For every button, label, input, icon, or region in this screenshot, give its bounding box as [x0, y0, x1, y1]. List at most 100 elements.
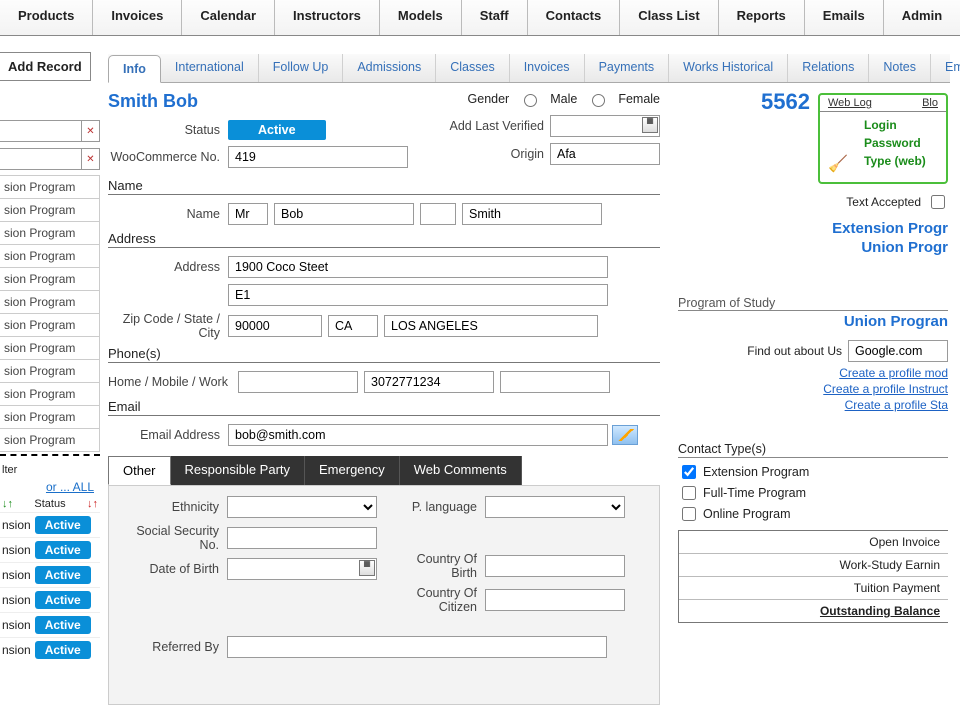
tab-responsible[interactable]: Responsible Party	[171, 456, 306, 485]
address-line1-input[interactable]	[228, 256, 608, 278]
status-value[interactable]: Active	[228, 120, 326, 140]
list-item[interactable]: sion Program	[0, 336, 100, 360]
sidebar-search-input[interactable]	[0, 121, 81, 141]
cob-input[interactable]	[485, 555, 625, 577]
topnav-emails[interactable]: Emails	[805, 0, 884, 35]
tab-emails[interactable]: Emails	[931, 54, 960, 82]
origin-input[interactable]	[550, 143, 660, 165]
tab-webcomments[interactable]: Web Comments	[400, 456, 522, 485]
topnav-calendar[interactable]: Calendar	[182, 0, 275, 35]
list-item[interactable]: sion Program	[0, 244, 100, 268]
ssn-input[interactable]	[227, 527, 377, 549]
list-item[interactable]: sion Program	[0, 290, 100, 314]
list-item[interactable]: sion Program	[0, 359, 100, 383]
work-phone-input[interactable]	[500, 371, 610, 393]
tab-notes[interactable]: Notes	[869, 54, 931, 82]
weblog-block[interactable]: Blo	[922, 97, 938, 109]
topnav-invoices[interactable]: Invoices	[93, 0, 182, 35]
list-item[interactable]: nsion	[2, 593, 31, 607]
list-item[interactable]: sion Program	[0, 198, 100, 222]
status-badge: Active	[35, 566, 91, 584]
tab-international[interactable]: International	[161, 54, 259, 82]
list-item[interactable]: nsion	[2, 618, 31, 632]
weblog-type-link[interactable]: Type (web)	[864, 154, 938, 168]
coc-input[interactable]	[485, 589, 625, 611]
calendar-icon[interactable]: ▦	[359, 560, 375, 576]
tab-invoices[interactable]: Invoices	[510, 54, 585, 82]
tab-payments[interactable]: Payments	[585, 54, 670, 82]
topnav-staff[interactable]: Staff	[462, 0, 528, 35]
clear-filter-icon[interactable]: ✕	[81, 121, 99, 141]
sidebar-search-2-input[interactable]	[0, 149, 81, 169]
topnav-models[interactable]: Models	[380, 0, 462, 35]
weblog-password-link[interactable]: Password	[864, 136, 938, 150]
topnav-classlist[interactable]: Class List	[620, 0, 718, 35]
referred-by-input[interactable]	[227, 636, 607, 658]
address-line2-input[interactable]	[228, 284, 608, 306]
tab-followup[interactable]: Follow Up	[259, 54, 344, 82]
list-item[interactable]: nsion	[2, 568, 31, 582]
home-phone-input[interactable]	[238, 371, 358, 393]
create-profile-instruct-link[interactable]: Create a profile Instruct	[678, 382, 948, 396]
middle-name-input[interactable]	[420, 203, 456, 225]
gender-female-radio[interactable]	[592, 94, 605, 107]
plang-select[interactable]	[485, 496, 625, 518]
tab-info[interactable]: Info	[108, 55, 161, 83]
first-name-input[interactable]	[274, 203, 414, 225]
clear-filter-2-icon[interactable]: ✕	[81, 149, 99, 169]
sort-desc-icon[interactable]: ↓↑	[87, 498, 98, 510]
weblog-header[interactable]: Web Log	[828, 97, 872, 109]
topnav-contacts[interactable]: Contacts	[528, 0, 621, 35]
topnav-products[interactable]: Products	[0, 0, 93, 35]
tab-emergency[interactable]: Emergency	[305, 456, 400, 485]
tab-other[interactable]: Other	[108, 456, 171, 485]
ctype-online-checkbox[interactable]	[682, 507, 696, 521]
list-item[interactable]: sion Program	[0, 221, 100, 245]
list-item[interactable]: sion Program	[0, 405, 100, 429]
zip-input[interactable]	[228, 315, 322, 337]
last-name-input[interactable]	[462, 203, 602, 225]
tab-admissions[interactable]: Admissions	[343, 54, 436, 82]
program-of-study-value[interactable]: Union Progran	[678, 313, 948, 330]
list-item[interactable]: nsion	[2, 543, 31, 557]
referred-by-label: Referred By	[117, 640, 227, 654]
topnav-admin[interactable]: Admin	[884, 0, 960, 35]
extension-program-link[interactable]: Extension Progr	[678, 220, 948, 237]
list-item[interactable]: sion Program	[0, 382, 100, 406]
ctype-extension-label: Extension Program	[703, 465, 809, 479]
list-item[interactable]: sion Program	[0, 175, 100, 199]
add-record-button[interactable]: Add Record	[0, 52, 91, 81]
mobile-phone-input[interactable]	[364, 371, 494, 393]
tab-classes[interactable]: Classes	[436, 54, 509, 82]
weblog-login-link[interactable]: Login	[864, 118, 938, 132]
name-title-input[interactable]	[228, 203, 268, 225]
find-out-input[interactable]	[848, 340, 948, 362]
ctype-extension-checkbox[interactable]	[682, 465, 696, 479]
broom-icon[interactable]: 🧹	[828, 154, 848, 174]
union-program-link[interactable]: Union Progr	[678, 239, 948, 256]
list-item[interactable]: sion Program	[0, 428, 100, 452]
tab-works[interactable]: Works Historical	[669, 54, 788, 82]
list-item[interactable]: sion Program	[0, 267, 100, 291]
ethnicity-select[interactable]	[227, 496, 377, 518]
create-profile-mod-link[interactable]: Create a profile mod	[678, 366, 948, 380]
woocommerce-input[interactable]	[228, 146, 408, 168]
list-item[interactable]: sion Program	[0, 313, 100, 337]
state-input[interactable]	[328, 315, 378, 337]
create-profile-sta-link[interactable]: Create a profile Sta	[678, 398, 948, 412]
filter-all-link[interactable]: or ... ALL	[0, 478, 100, 496]
sort-asc-icon[interactable]: ↓↑	[2, 498, 13, 510]
email-input[interactable]	[228, 424, 608, 446]
tab-relations[interactable]: Relations	[788, 54, 869, 82]
send-mail-icon[interactable]	[612, 425, 638, 445]
gender-male-radio[interactable]	[524, 94, 537, 107]
list-item[interactable]: nsion	[2, 643, 31, 657]
topnav-instructors[interactable]: Instructors	[275, 0, 380, 35]
text-accepted-checkbox[interactable]	[931, 195, 945, 209]
topnav-reports[interactable]: Reports	[719, 0, 805, 35]
dob-input[interactable]	[227, 558, 377, 580]
ctype-fulltime-checkbox[interactable]	[682, 486, 696, 500]
list-item[interactable]: nsion	[2, 518, 31, 532]
calendar-icon[interactable]: ▦	[642, 117, 658, 133]
city-input[interactable]	[384, 315, 598, 337]
